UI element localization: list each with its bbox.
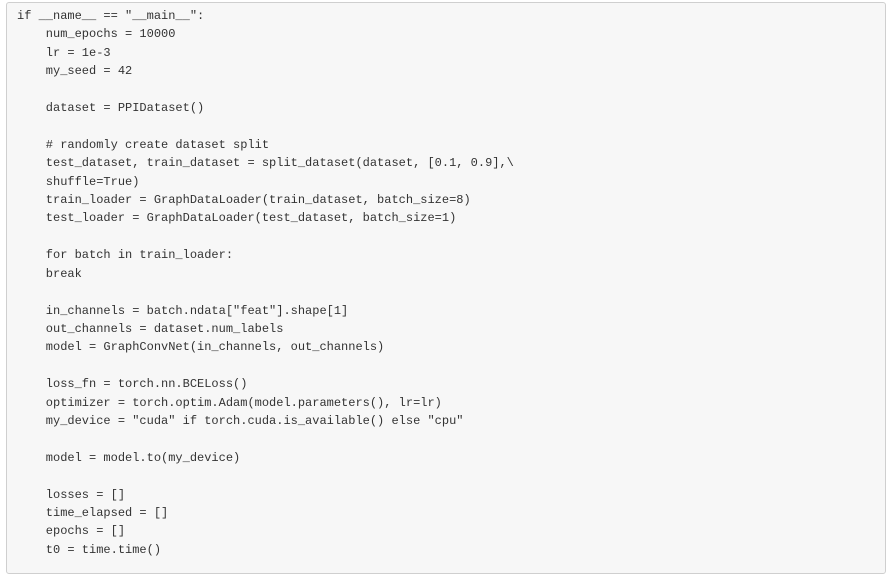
code-content: if __name__ == "__main__": num_epochs = … <box>17 9 514 557</box>
code-block: if __name__ == "__main__": num_epochs = … <box>6 2 886 574</box>
